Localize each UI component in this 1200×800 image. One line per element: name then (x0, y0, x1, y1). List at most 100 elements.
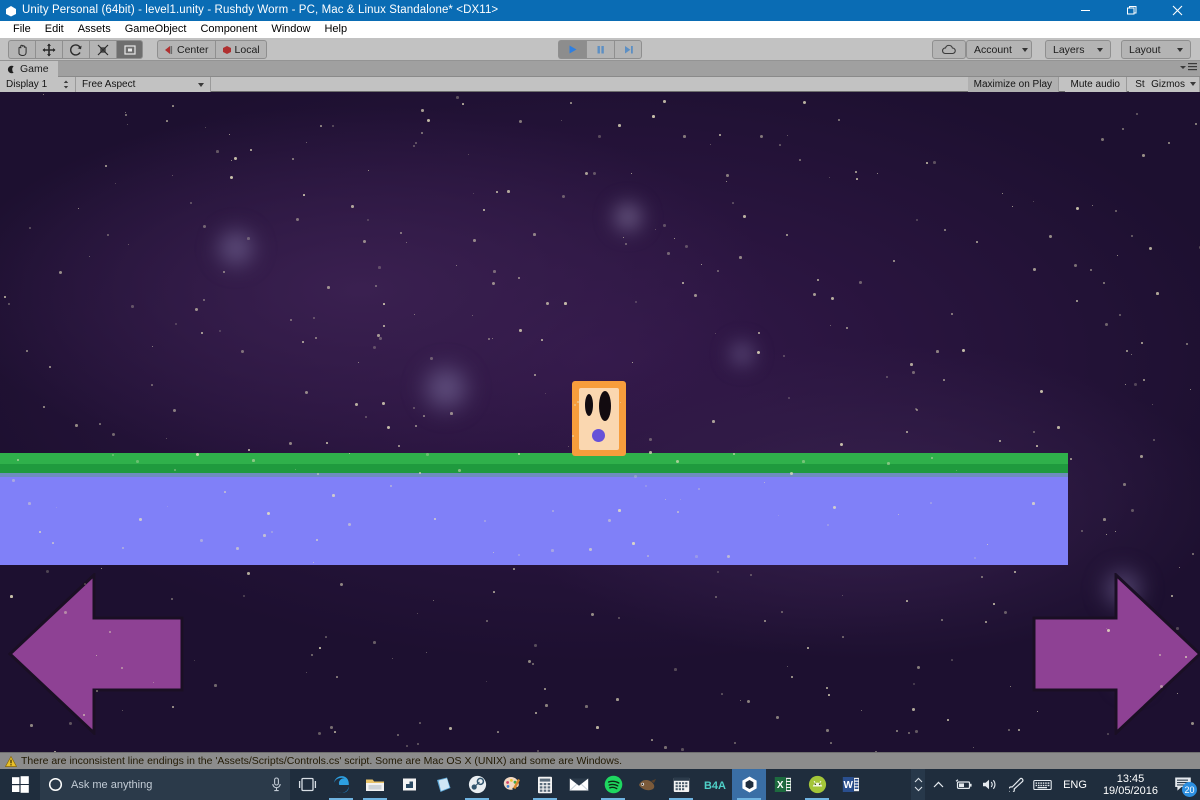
gizmos-chevron-down-icon[interactable] (1190, 82, 1196, 86)
chevron-up-icon[interactable] (925, 769, 951, 800)
star (1002, 193, 1003, 194)
move-right-button[interactable] (1032, 573, 1200, 735)
star (334, 731, 336, 733)
restore-button[interactable] (1108, 0, 1154, 21)
battery-icon[interactable] (951, 769, 977, 800)
search-placeholder: Ask me anything (71, 779, 263, 791)
panel-tab-strip: Game (0, 61, 1200, 77)
star (433, 600, 434, 601)
menu-item-gameobject[interactable]: GameObject (118, 21, 194, 38)
minimize-button[interactable] (1062, 0, 1108, 21)
cloud-button[interactable] (932, 40, 966, 59)
clock[interactable]: 13:45 19/05/2016 (1095, 773, 1166, 797)
menu-item-help[interactable]: Help (317, 21, 354, 38)
taskbar-app-word[interactable]: W (834, 769, 868, 800)
star (519, 329, 522, 332)
star (166, 120, 168, 122)
pen-icon[interactable] (1003, 769, 1029, 800)
star (496, 191, 498, 193)
star (1153, 439, 1155, 441)
star (136, 460, 139, 463)
space-mode-label: Local (235, 44, 260, 56)
panel-options-button[interactable] (1180, 63, 1197, 71)
star (1008, 729, 1010, 731)
taskbar-app-steam[interactable] (460, 769, 494, 800)
layers-dropdown[interactable]: Layers (1045, 40, 1111, 59)
mute-audio-toggle[interactable]: Mute audio (1065, 77, 1127, 92)
star (519, 120, 522, 123)
step-button[interactable] (614, 40, 642, 59)
menu-item-window[interactable]: Window (264, 21, 317, 38)
taskbar-scroll-arrows[interactable] (911, 769, 925, 800)
pause-button[interactable] (586, 40, 614, 59)
taskbar-app-calculator[interactable] (528, 769, 562, 800)
menu-item-component[interactable]: Component (193, 21, 264, 38)
space-mode-button[interactable]: Local (215, 40, 267, 59)
taskbar-app-android-studio[interactable] (800, 769, 834, 800)
language-indicator[interactable]: ENG (1055, 779, 1095, 791)
star (205, 127, 206, 128)
star (712, 420, 715, 423)
tab-game[interactable]: Game (0, 61, 58, 77)
taskbar-app-mail[interactable] (562, 769, 596, 800)
menu-item-file[interactable]: File (6, 21, 38, 38)
star (195, 308, 198, 311)
star (562, 195, 565, 198)
game-view-canvas[interactable] (0, 92, 1200, 752)
star (52, 542, 54, 544)
star (589, 548, 592, 551)
menu-item-assets[interactable]: Assets (71, 21, 118, 38)
taskbar-app-paint[interactable] (494, 769, 528, 800)
star (1033, 431, 1035, 433)
layout-dropdown[interactable]: Layout (1121, 40, 1191, 59)
action-center-icon[interactable]: 20 (1166, 769, 1200, 800)
ground-platform (0, 453, 1068, 565)
taskbar-app-game[interactable] (630, 769, 664, 800)
keyboard-icon[interactable] (1029, 769, 1055, 800)
taskbar-app-sticky-notes[interactable] (426, 769, 460, 800)
star (546, 302, 549, 305)
taskbar-app-store[interactable] (392, 769, 426, 800)
taskbar-app-file-explorer[interactable] (358, 769, 392, 800)
taskbar-app-calendar[interactable] (664, 769, 698, 800)
windows-start-icon[interactable] (0, 769, 40, 800)
rect-transform-tool[interactable] (116, 40, 143, 59)
task-view-icon[interactable] (290, 769, 324, 800)
taskbar-app-b4a[interactable]: B4A (698, 769, 732, 800)
pivot-mode-button[interactable]: Center (157, 40, 215, 59)
move-tool[interactable] (35, 40, 62, 59)
game-view-controls: Display 1 Free Aspect Maximize on Play M… (0, 77, 1200, 92)
speaker-icon[interactable] (977, 769, 1003, 800)
cloud-icon (941, 44, 957, 55)
star (758, 332, 760, 334)
close-button[interactable] (1154, 0, 1200, 21)
search-input[interactable]: Ask me anything (40, 769, 290, 800)
hand-tool[interactable] (8, 40, 35, 59)
star (1010, 686, 1011, 687)
status-bar[interactable]: There are inconsistent line endings in t… (0, 752, 1200, 769)
star (365, 416, 367, 418)
taskbar-app-unity[interactable] (732, 769, 766, 800)
star (861, 710, 862, 711)
star (200, 539, 203, 542)
star (908, 732, 910, 734)
move-left-button[interactable] (8, 573, 184, 735)
star (1156, 292, 1159, 295)
star (413, 145, 415, 147)
account-dropdown[interactable]: Account (966, 40, 1032, 59)
star (734, 742, 736, 744)
taskbar-app-excel[interactable]: X (766, 769, 800, 800)
taskbar-app-spotify[interactable] (596, 769, 630, 800)
rotate-tool[interactable] (62, 40, 89, 59)
maximize-on-play-toggle[interactable]: Maximize on Play (968, 77, 1059, 92)
aspect-dropdown[interactable]: Free Aspect (76, 77, 211, 92)
scale-tool[interactable] (89, 40, 116, 59)
star (915, 730, 918, 733)
star (1192, 553, 1194, 555)
play-button[interactable] (558, 40, 586, 59)
star (430, 357, 433, 360)
display-dropdown[interactable]: Display 1 (0, 77, 76, 92)
taskbar-app-edge[interactable] (324, 769, 358, 800)
menu-item-edit[interactable]: Edit (38, 21, 71, 38)
star (717, 270, 719, 272)
